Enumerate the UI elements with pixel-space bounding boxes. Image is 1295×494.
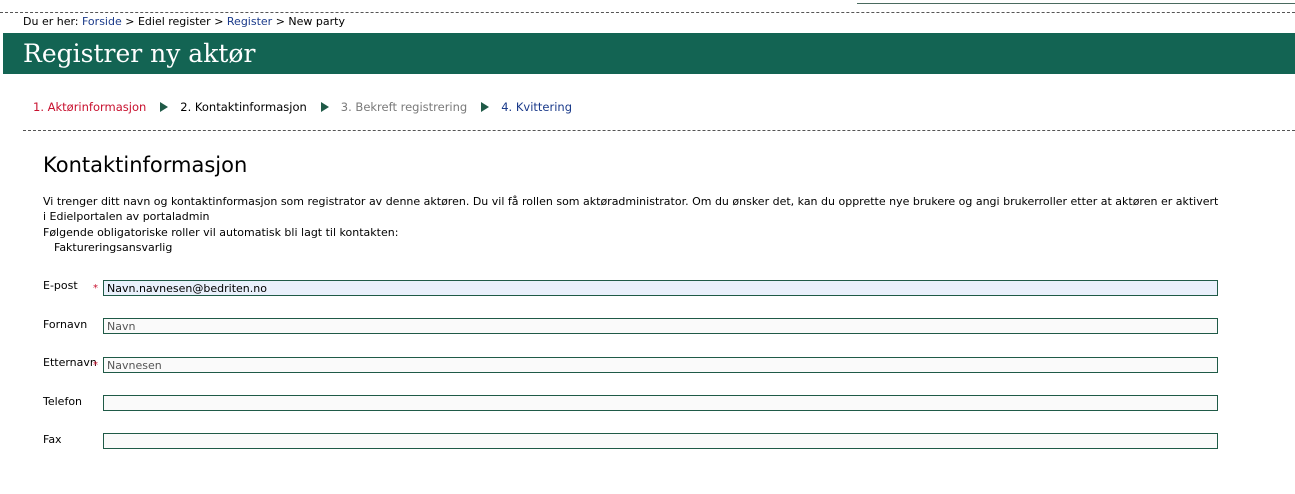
last-name-field[interactable] (103, 357, 1218, 373)
section-title: Kontaktinformasjon (43, 153, 248, 177)
breadcrumb-link-forside[interactable]: Forside (82, 15, 122, 28)
phone-field[interactable] (103, 395, 1218, 411)
step-bekreft-registrering: 3. Bekreft registrering (340, 100, 468, 114)
step-arrow-icon (481, 102, 490, 112)
top-right-border (857, 0, 1295, 4)
section-divider (23, 130, 1295, 131)
phone-label: Telefon (43, 395, 83, 408)
first-name-label: Fornavn (43, 318, 88, 331)
breadcrumb-link-register[interactable]: Register (227, 15, 272, 28)
section-description: Vi trenger ditt navn og kontaktinformasj… (43, 195, 1219, 223)
email-field[interactable] (103, 280, 1218, 296)
fax-field[interactable] (103, 433, 1218, 449)
page-banner: Registrer ny aktør (3, 33, 1295, 74)
step-aktorinformasjon[interactable]: 1. Aktørinformasjon (33, 99, 146, 115)
email-required-marker: * (93, 283, 98, 294)
last-name-label: Etternavn (43, 356, 97, 369)
page-title: Registrer ny aktør (23, 39, 256, 68)
fax-label: Fax (43, 433, 62, 446)
last-name-required-marker: * (93, 360, 98, 371)
roles-intro: Følgende obligatoriske roller vil automa… (43, 226, 399, 239)
breadcrumb: Du er her: Forside > Ediel register > Re… (23, 15, 345, 29)
breadcrumb-separator: > (214, 15, 224, 28)
wizard-steps: 1. Aktørinformasjon 2. Kontaktinformasjo… (33, 99, 572, 115)
first-name-field[interactable] (103, 318, 1218, 334)
breadcrumb-prefix: Du er her: (23, 15, 79, 28)
step-kontaktinformasjon: 2. Kontaktinformasjon (180, 100, 307, 114)
step-arrow-icon (160, 102, 169, 112)
breadcrumb-item-current: New party (288, 15, 345, 28)
step-kvittering: 4. Kvittering (501, 100, 572, 114)
breadcrumb-separator: > (125, 15, 135, 28)
step-arrow-icon (320, 102, 329, 112)
breadcrumb-item-ediel-register: Ediel register (137, 15, 211, 28)
top-divider (0, 12, 1295, 13)
role-item: Faktureringsansvarlig (54, 241, 173, 254)
breadcrumb-separator: > (275, 15, 285, 28)
email-label: E-post (43, 279, 78, 292)
